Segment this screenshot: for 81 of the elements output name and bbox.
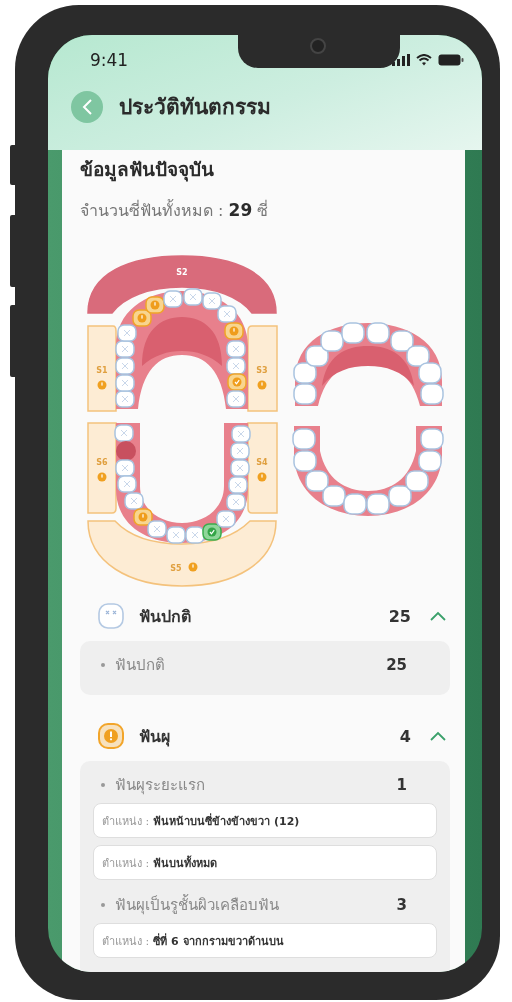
tooth[interactable] [117, 324, 137, 342]
warning-tooth-icon [97, 722, 125, 750]
tooth[interactable] [115, 459, 135, 477]
position-value: ฟันบนทั้งหมด [153, 854, 218, 872]
tooth-icon [97, 602, 125, 630]
tooth[interactable] [230, 459, 250, 477]
sextant-label: S3 [256, 366, 268, 375]
subcategory-count: 3 [396, 896, 407, 914]
sextant-region[interactable] [87, 325, 117, 412]
collapse-chevron-icon[interactable] [429, 610, 447, 622]
tooth[interactable] [166, 526, 186, 544]
bullet-icon [101, 783, 105, 787]
warning-icon [257, 472, 267, 482]
tooth[interactable] [226, 357, 246, 375]
sextant-region[interactable] [247, 325, 278, 412]
status-time: 9:41 [90, 50, 129, 70]
sextant-region[interactable] [247, 422, 278, 514]
tooth[interactable] [217, 305, 237, 323]
warning-icon [188, 562, 198, 572]
back-button[interactable] [71, 90, 103, 123]
warning-icon [257, 380, 267, 390]
tooth[interactable] [228, 476, 248, 494]
camera-icon [310, 38, 326, 54]
tooth[interactable] [226, 390, 246, 408]
category-title: ฟันผุ [139, 725, 171, 749]
category-count: 25 [388, 606, 411, 626]
sextant-region[interactable] [87, 422, 117, 514]
decayed-tooth[interactable] [224, 322, 244, 340]
category-count: 4 [399, 726, 411, 746]
tooth[interactable] [117, 475, 137, 493]
tooth[interactable] [185, 526, 205, 544]
sextant-label: S5 [170, 564, 182, 573]
category-title: ฟันปกติ [139, 605, 192, 628]
decayed-tooth[interactable] [145, 296, 165, 314]
tooth[interactable] [202, 292, 222, 310]
decayed-tooth[interactable] [132, 309, 152, 327]
sextant-label: S6 [96, 458, 108, 467]
position-label: ตำแหน่ง : [102, 933, 150, 950]
sextant-region[interactable] [87, 520, 277, 587]
position-label: ตำแหน่ง : [102, 813, 150, 830]
battery-icon [438, 54, 464, 66]
tooth[interactable] [115, 340, 135, 358]
tooth[interactable] [115, 357, 135, 375]
tooth[interactable] [115, 390, 135, 408]
section-title: ข้อมูลฟันปัจจุบัน [80, 157, 215, 184]
tooth[interactable] [231, 425, 251, 443]
wifi-icon [416, 54, 432, 66]
tooth[interactable] [226, 340, 246, 358]
tooth[interactable] [147, 520, 167, 538]
sextant-label: S1 [96, 366, 108, 375]
position-value: ซี่ที่ 6 จากกรามขวาด้านบน [153, 932, 284, 950]
missing-tooth[interactable] [116, 441, 136, 461]
sextant-region[interactable] [87, 255, 277, 314]
sextant-label: S2 [176, 268, 188, 277]
bullet-icon [101, 663, 105, 667]
subcategory-count: 25 [386, 656, 407, 674]
bullet-icon [101, 903, 105, 907]
sextant-label: S4 [256, 458, 268, 467]
tooth[interactable] [114, 424, 134, 442]
page-title: ประวัติทันตกรรม [119, 94, 271, 121]
tooth[interactable] [230, 442, 250, 460]
tooth-count-text: จำนวนซี่ฟันทั้งหมด : 29 ซี่ [80, 198, 270, 222]
subcategory-label: ฟันผุเป็นรูชั้นผิวเคลือบฟัน [115, 893, 280, 917]
tooth[interactable] [163, 290, 183, 308]
filled-tooth[interactable] [227, 373, 247, 391]
tooth[interactable] [216, 510, 236, 528]
subcategory-label: ฟันปกติ [115, 655, 166, 676]
collapse-chevron-icon[interactable] [429, 730, 447, 742]
warning-icon [97, 380, 107, 390]
position-value: ฟันหน้าบนซี่ข้างข้างขวา (12) [153, 812, 300, 830]
tooth[interactable] [183, 288, 203, 306]
tooth[interactable] [124, 492, 144, 510]
position-label: ตำแหน่ง : [102, 855, 150, 872]
decayed-tooth[interactable] [133, 508, 153, 526]
subcategory-count: 1 [396, 776, 407, 794]
back-icon [81, 97, 93, 116]
warning-icon [97, 472, 107, 482]
tooth[interactable] [226, 493, 246, 511]
subcategory-label: ฟันผุระยะแรก [115, 775, 206, 797]
tooth[interactable] [115, 374, 135, 392]
treated-tooth[interactable] [202, 523, 222, 541]
